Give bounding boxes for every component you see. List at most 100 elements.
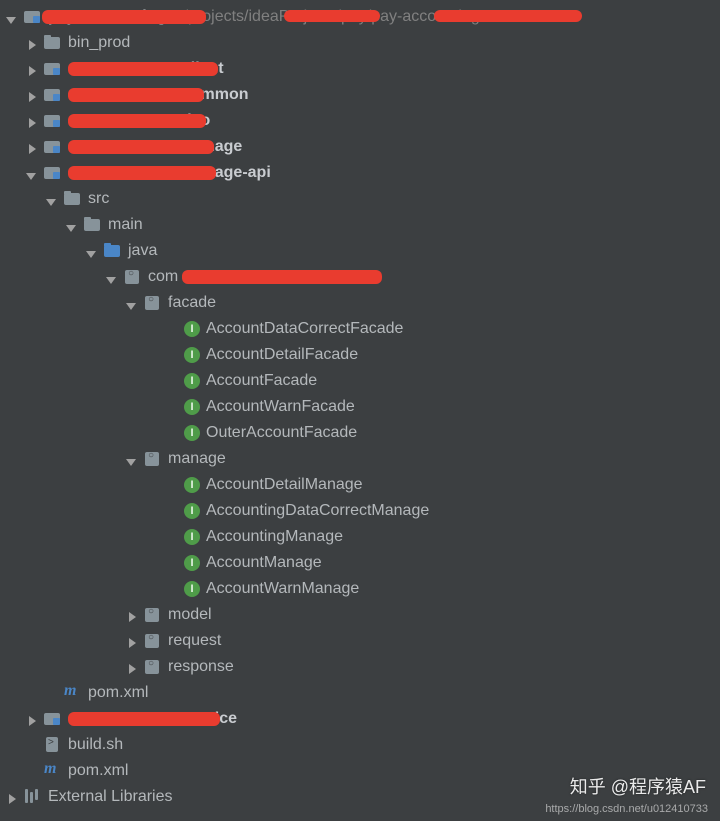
interface-icon	[184, 477, 200, 493]
tree-item-interface[interactable]: AccountManage	[0, 550, 720, 576]
redaction	[42, 10, 206, 24]
chevron-down-icon[interactable]	[126, 297, 138, 309]
watermark-csdn: https://blog.csdn.net/u012410733	[545, 803, 708, 815]
file-label: build.sh	[68, 736, 123, 754]
module-icon	[44, 113, 62, 129]
chevron-down-icon[interactable]	[106, 271, 118, 283]
tree-item-service[interactable]: pay-accounting -service	[0, 706, 720, 732]
project-root-icon	[24, 9, 42, 25]
tree-item-client[interactable]: pay-accounting -client	[0, 56, 720, 82]
chevron-down-icon[interactable]	[46, 193, 58, 205]
class-label: AccountWarnFacade	[206, 398, 355, 416]
module-icon	[44, 87, 62, 103]
chevron-right-icon[interactable]	[26, 115, 38, 127]
chevron-right-icon[interactable]	[126, 635, 138, 647]
redaction	[182, 270, 382, 284]
source-folder-icon	[104, 243, 122, 259]
tree-item-interface[interactable]: AccountingDataCorrectManage	[0, 498, 720, 524]
tree-item-dao[interactable]: pay-accounting -dao	[0, 108, 720, 134]
package-label: manage	[168, 450, 226, 468]
tree-item-interface[interactable]: AccountFacade	[0, 368, 720, 394]
interface-icon	[184, 581, 200, 597]
interface-icon	[184, 321, 200, 337]
redaction	[68, 166, 216, 180]
tree-item-interface[interactable]: AccountDataCorrectFacade	[0, 316, 720, 342]
chevron-right-icon[interactable]	[26, 37, 38, 49]
interface-icon	[184, 347, 200, 363]
chevron-right-icon[interactable]	[26, 141, 38, 153]
package-icon	[144, 659, 162, 675]
external-libraries-label: External Libraries	[48, 788, 173, 806]
redaction	[68, 62, 218, 76]
class-label: AccountFacade	[206, 372, 317, 390]
package-icon	[144, 295, 162, 311]
tree-item-interface[interactable]: AccountWarnManage	[0, 576, 720, 602]
class-label: AccountWarnManage	[206, 580, 359, 598]
tree-item-java[interactable]: java	[0, 238, 720, 264]
package-label: request	[168, 632, 221, 650]
tree-item-interface[interactable]: AccountDetailManage	[0, 472, 720, 498]
interface-icon	[184, 555, 200, 571]
module-icon	[44, 711, 62, 727]
tree-item-pom-api[interactable]: pom.xml	[0, 680, 720, 706]
tree-item-facade[interactable]: facade	[0, 290, 720, 316]
watermark-zhihu: 知乎 @程序猿AF	[570, 773, 706, 799]
module-icon	[44, 61, 62, 77]
tree-item-interface[interactable]: AccountDetailFacade	[0, 342, 720, 368]
redaction	[68, 88, 204, 102]
package-icon	[144, 607, 162, 623]
library-icon	[24, 789, 42, 805]
redaction	[284, 10, 380, 22]
chevron-down-icon[interactable]	[6, 11, 18, 23]
file-label: pom.xml	[88, 684, 148, 702]
tree-item-manage-api[interactable]: pay-accounting -manage-api	[0, 160, 720, 186]
chevron-down-icon[interactable]	[126, 453, 138, 465]
folder-icon	[64, 191, 82, 207]
chevron-right-icon[interactable]	[126, 609, 138, 621]
tree-item-interface[interactable]: AccountingManage	[0, 524, 720, 550]
project-tree[interactable]: pay-accounting ~/projects/ideaProjects/p…	[0, 0, 720, 810]
redaction	[434, 10, 582, 22]
chevron-right-icon[interactable]	[6, 791, 18, 803]
interface-icon	[184, 373, 200, 389]
package-icon	[144, 633, 162, 649]
class-label: AccountingDataCorrectManage	[206, 502, 429, 520]
tree-item-response[interactable]: response	[0, 654, 720, 680]
tree-item-common[interactable]: pay-accounting -common	[0, 82, 720, 108]
folder-icon	[84, 217, 102, 233]
chevron-right-icon[interactable]	[26, 63, 38, 75]
package-icon	[144, 451, 162, 467]
file-label: pom.xml	[68, 762, 128, 780]
class-label: AccountManage	[206, 554, 322, 572]
tree-item-src[interactable]: src	[0, 186, 720, 212]
tree-item-manage-pkg[interactable]: manage	[0, 446, 720, 472]
tree-root[interactable]: pay-accounting ~/projects/ideaProjects/p…	[0, 4, 720, 30]
package-label: facade	[168, 294, 216, 312]
chevron-down-icon[interactable]	[66, 219, 78, 231]
package-label: model	[168, 606, 212, 624]
tree-item-interface[interactable]: AccountWarnFacade	[0, 394, 720, 420]
chevron-right-icon[interactable]	[126, 661, 138, 673]
interface-icon	[184, 425, 200, 441]
chevron-down-icon[interactable]	[26, 167, 38, 179]
redaction	[68, 712, 220, 726]
chevron-right-icon[interactable]	[26, 713, 38, 725]
class-label: AccountDetailFacade	[206, 346, 358, 364]
tree-item-model[interactable]: model	[0, 602, 720, 628]
chevron-down-icon[interactable]	[86, 245, 98, 257]
chevron-right-icon[interactable]	[26, 89, 38, 101]
package-icon	[124, 269, 142, 285]
tree-item-bin-prod[interactable]: bin_prod	[0, 30, 720, 56]
tree-item-interface[interactable]: OuterAccountFacade	[0, 420, 720, 446]
tree-item-package[interactable]: com	[0, 264, 720, 290]
folder-label: bin_prod	[68, 34, 130, 52]
maven-icon	[64, 685, 82, 701]
folder-label: main	[108, 216, 143, 234]
tree-item-manage[interactable]: pay-accounting -manage	[0, 134, 720, 160]
tree-item-main[interactable]: main	[0, 212, 720, 238]
class-label: AccountDataCorrectFacade	[206, 320, 403, 338]
tree-item-build-sh[interactable]: build.sh	[0, 732, 720, 758]
class-label: OuterAccountFacade	[206, 424, 357, 442]
class-label: AccountingManage	[206, 528, 343, 546]
tree-item-request[interactable]: request	[0, 628, 720, 654]
